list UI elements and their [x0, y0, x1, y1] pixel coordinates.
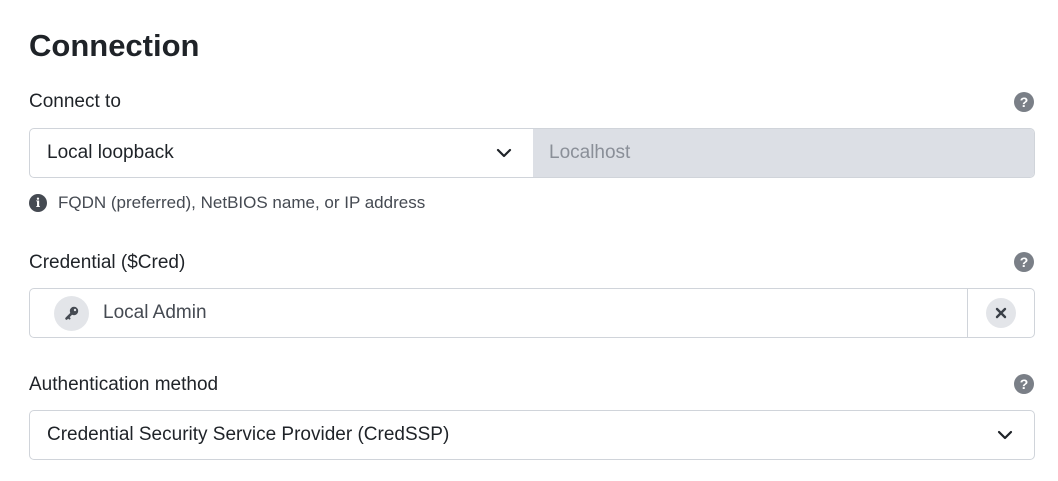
authentication-select[interactable]: Credential Security Service Provider (Cr… — [30, 411, 1034, 459]
clear-credential-button[interactable] — [967, 289, 1034, 337]
connect-to-help-icon[interactable]: ? — [1014, 92, 1034, 112]
connect-to-label: Connect to — [29, 91, 121, 112]
connection-form: Connection Connect to ? Local loopback L… — [0, 0, 1058, 481]
authentication-field: Credential Security Service Provider (Cr… — [29, 410, 1035, 460]
credential-picker[interactable]: Local Admin — [30, 289, 967, 337]
authentication-selected-value: Credential Security Service Provider (Cr… — [47, 424, 450, 445]
connect-to-field: Local loopback Localhost — [29, 128, 1035, 178]
connect-to-select[interactable]: Local loopback — [30, 129, 533, 177]
chevron-down-icon — [496, 148, 512, 158]
host-input-placeholder: Localhost — [549, 142, 631, 163]
info-icon: i — [29, 194, 47, 212]
close-icon — [986, 298, 1016, 328]
connect-to-hint: i FQDN (preferred), NetBIOS name, or IP … — [29, 193, 425, 213]
chevron-down-icon — [997, 430, 1013, 440]
host-input: Localhost — [533, 129, 1034, 177]
authentication-label: Authentication method — [29, 374, 219, 395]
connect-to-hint-text: FQDN (preferred), NetBIOS name, or IP ad… — [58, 193, 426, 212]
key-icon — [54, 295, 89, 331]
authentication-help-icon[interactable]: ? — [1014, 374, 1034, 394]
credential-help-icon[interactable]: ? — [1014, 252, 1034, 272]
section-title: Connection — [29, 28, 200, 63]
credential-value: Local Admin — [103, 302, 207, 323]
connect-to-selected-value: Local loopback — [47, 142, 174, 163]
credential-label: Credential ($Cred) — [29, 252, 186, 273]
credential-field: Local Admin — [29, 288, 1035, 338]
